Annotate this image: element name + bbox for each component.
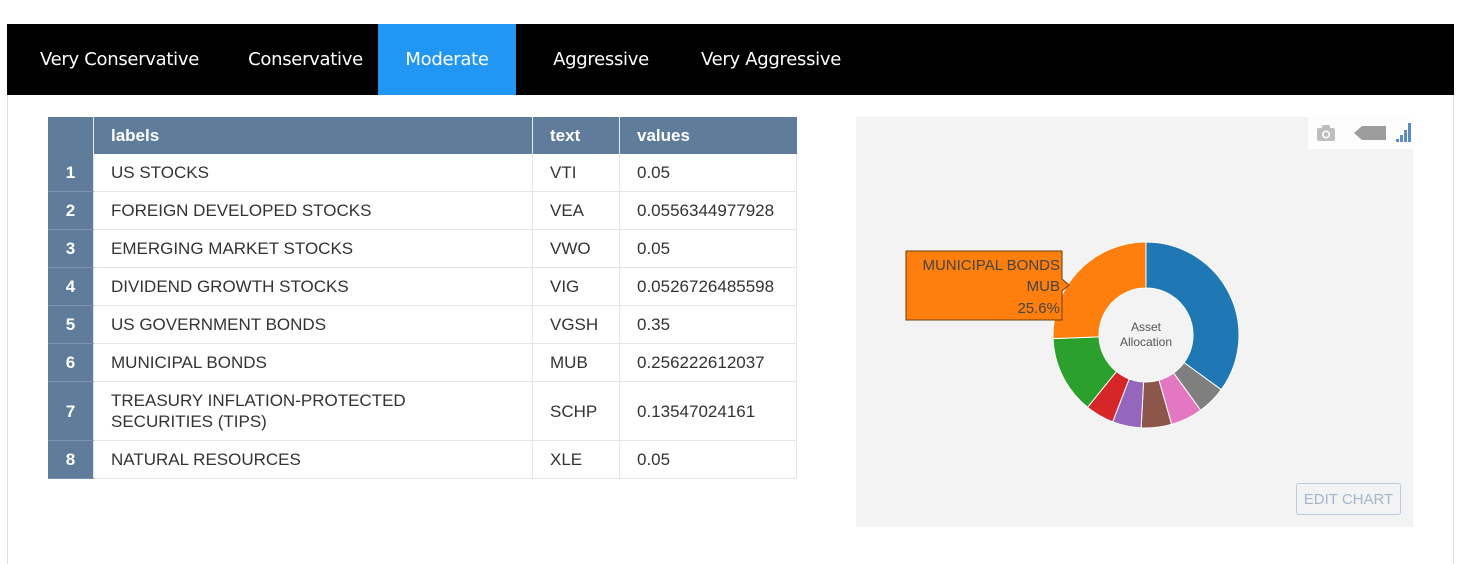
row-ticker: MUB [532,343,620,382]
row-label: NATURAL RESOURCES [93,440,533,479]
table-row: 3 EMERGING MARKET STOCKS VWO 0.05 [48,229,797,268]
row-value: 0.05 [619,154,797,192]
row-value: 0.0556344977928 [619,191,797,230]
chart-modebar [1308,117,1413,149]
row-ticker: SCHP [532,381,620,441]
tab-moderate[interactable]: Moderate [378,24,516,95]
index-header [48,117,94,154]
table-row: 5 US GOVERNMENT BONDS VGSH 0.35 [48,305,797,344]
table-header-row: labels text values [48,117,797,154]
table-row: 8 NATURAL RESOURCES XLE 0.05 [48,440,797,479]
row-label: EMERGING MARKET STOCKS [93,229,533,268]
row-label: DIVIDEND GROWTH STOCKS [93,267,533,306]
row-index: 5 [48,305,94,344]
row-ticker: VTI [532,154,620,192]
table-row: 1 US STOCKS VTI 0.05 [48,154,797,192]
row-value: 0.256222612037 [619,343,797,382]
row-ticker: VGSH [532,305,620,344]
allocation-table: labels text values 1 US STOCKS VTI 0.05 … [48,117,797,479]
edit-chart-button[interactable]: EDIT CHART [1296,483,1401,515]
tab-very-conservative[interactable]: Very Conservative [7,24,232,95]
pie-slice[interactable] [1145,241,1240,391]
row-label: MUNICIPAL BONDS [93,343,533,382]
row-index: 6 [48,343,94,382]
text-header: text [532,117,620,154]
row-label: US STOCKS [93,154,533,192]
risk-tab-bar: Very Conservative Conservative Moderate … [7,24,1454,95]
row-index: 3 [48,229,94,268]
row-value: 0.35 [619,305,797,344]
row-label: US GOVERNMENT BONDS [93,305,533,344]
tooltip-ticker: MUB [1027,278,1060,295]
row-value: 0.05 [619,229,797,268]
camera-icon[interactable] [1317,125,1335,141]
table-row: 6 MUNICIPAL BONDS MUB 0.256222612037 [48,343,797,382]
asset-allocation-chart: Asset Allocation MUNICIPAL BONDS MUB 25.… [856,117,1413,527]
row-value: 0.05 [619,440,797,479]
row-ticker: VEA [532,191,620,230]
tag-icon[interactable] [1354,126,1386,140]
row-label: FOREIGN DEVELOPED STOCKS [93,191,533,230]
tab-very-aggressive[interactable]: Very Aggressive [686,24,856,95]
row-index: 1 [48,154,94,192]
row-index: 4 [48,267,94,306]
row-index: 8 [48,440,94,479]
row-ticker: XLE [532,440,620,479]
row-ticker: VWO [532,229,620,268]
table-row: 2 FOREIGN DEVELOPED STOCKS VEA 0.0556344… [48,191,797,230]
row-index: 7 [48,381,94,441]
row-ticker: VIG [532,267,620,306]
donut-chart: Asset Allocation MUNICIPAL BONDS MUB 25.… [905,241,1240,429]
plotly-logo-icon[interactable] [1396,123,1411,142]
tab-conservative[interactable]: Conservative [232,24,379,95]
tooltip-label: MUNICIPAL BONDS [922,257,1060,274]
center-label-line1: Asset [1131,320,1162,334]
row-value: 0.13547024161 [619,381,797,441]
labels-header: labels [93,117,533,154]
tab-aggressive[interactable]: Aggressive [516,24,686,95]
row-index: 2 [48,191,94,230]
tooltip-percent: 25.6% [1017,300,1060,317]
row-label: TREASURY INFLATION-PROTECTED SECURITIES … [93,381,533,441]
row-value: 0.0526726485598 [619,267,797,306]
hover-tooltip: MUNICIPAL BONDS MUB 25.6% [905,250,1070,321]
center-label-line2: Allocation [1120,335,1172,349]
table-row: 7 TREASURY INFLATION-PROTECTED SECURITIE… [48,381,797,441]
table-row: 4 DIVIDEND GROWTH STOCKS VIG 0.052672648… [48,267,797,306]
values-header: values [619,117,797,154]
